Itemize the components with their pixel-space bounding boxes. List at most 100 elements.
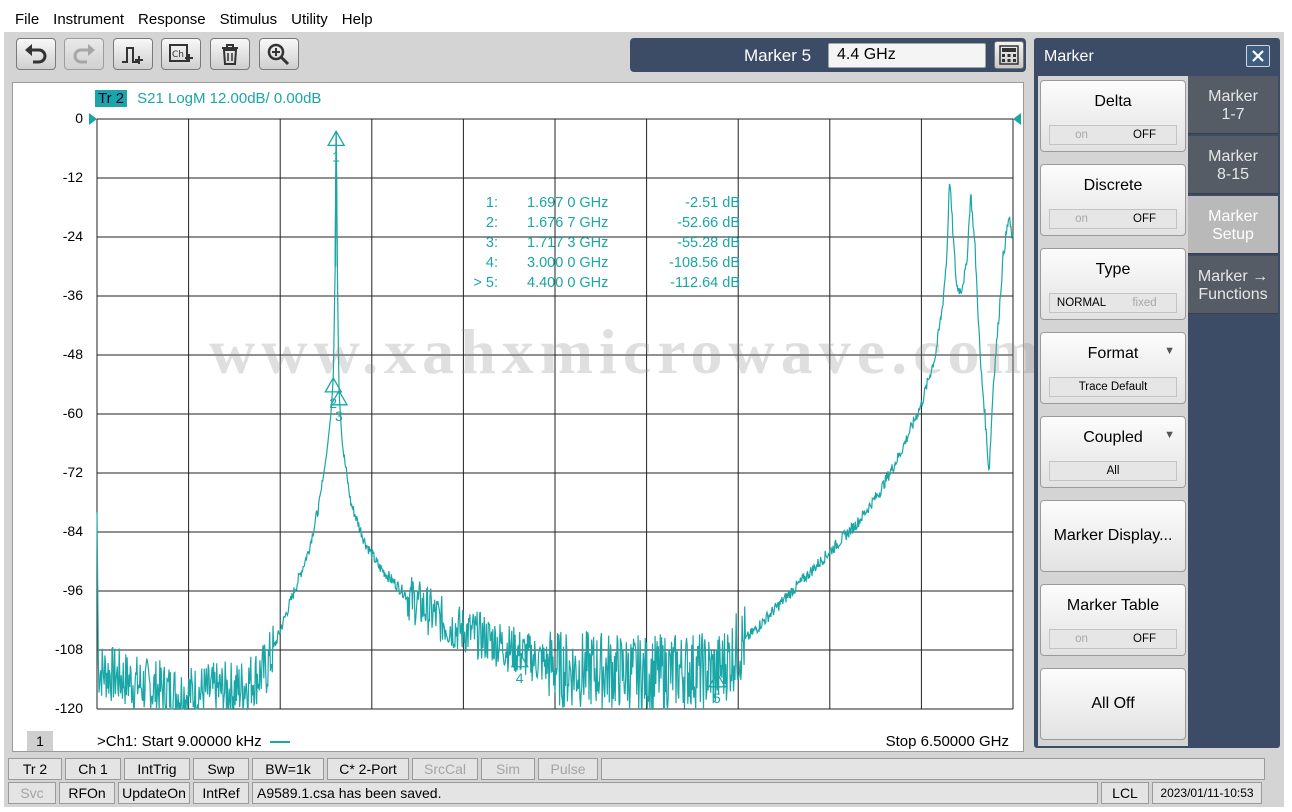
dropdown-arrow-icon: ▼ xyxy=(1164,429,1175,441)
marker-panel-title: Marker xyxy=(1044,48,1094,65)
marker-readout-freq: 1.717 3 GHz xyxy=(527,235,609,251)
menu-file[interactable]: File xyxy=(8,11,46,28)
all-off-button[interactable]: All Off xyxy=(1040,668,1186,740)
marker-readout-val: -112.64 dB xyxy=(670,275,740,291)
delta-label: Delta xyxy=(1094,93,1132,110)
status-trigger[interactable]: IntTrig xyxy=(124,758,190,780)
status-srccal[interactable]: SrcCal xyxy=(412,758,478,780)
menu-response[interactable]: Response xyxy=(131,11,213,28)
redo-icon xyxy=(73,44,95,64)
status-lcl[interactable]: LCL xyxy=(1101,782,1149,804)
discrete-label: Discrete xyxy=(1083,177,1143,194)
status-sweep[interactable]: Swp xyxy=(193,758,249,780)
delta-off-option[interactable]: OFF xyxy=(1113,126,1176,144)
marker-readout-freq: 1.697 0 GHz xyxy=(527,195,609,211)
chart-window: Tr 2 S21 LogM 12.00dB/ 0.00dB 0 -12 -24 -36… xyxy=(12,82,1039,752)
menu-instrument[interactable]: Instrument xyxy=(46,11,131,28)
add-marker-icon xyxy=(122,47,143,64)
marker-label-4: 4 xyxy=(516,670,524,686)
tab-marker-8-15[interactable]: Marker 8-15 xyxy=(1188,136,1278,194)
marker-readout-val: -55.28 dB xyxy=(677,235,740,251)
coupled-button[interactable]: Coupled ▼ All xyxy=(1040,416,1186,488)
trace-chart[interactable]: 12345 xyxy=(13,83,1023,728)
redo-button[interactable] xyxy=(64,38,104,70)
marker-label-5: 5 xyxy=(713,690,721,706)
keypad-button[interactable] xyxy=(994,41,1024,69)
tab-label: Marker xyxy=(1208,208,1258,225)
marker-readout-freq: 3.000 0 GHz xyxy=(527,255,609,271)
zoom-icon xyxy=(267,43,290,66)
delete-button[interactable] xyxy=(210,38,250,70)
menu-help[interactable]: Help xyxy=(335,11,380,28)
marker-value-input[interactable]: 4.4 GHz xyxy=(828,43,986,68)
marker-table-toggle[interactable]: on OFF xyxy=(1049,629,1177,649)
format-button[interactable]: Format ▼ Trace Default xyxy=(1040,332,1186,404)
channel-number[interactable]: 1 xyxy=(27,731,53,751)
tab-marker-1-7[interactable]: Marker 1-7 xyxy=(1188,76,1278,134)
discrete-button[interactable]: Discrete on OFF xyxy=(1040,164,1186,236)
add-channel-button[interactable]: Ch xyxy=(161,38,201,70)
marker-entry-label: Marker 5 xyxy=(744,46,812,65)
marker-display-label: Marker Display... xyxy=(1053,527,1173,544)
menu-stimulus[interactable]: Stimulus xyxy=(213,11,285,28)
tab-marker-setup[interactable]: Marker Setup xyxy=(1188,196,1278,254)
type-normal-option[interactable]: NORMAL xyxy=(1050,294,1113,312)
svg-text:Ch: Ch xyxy=(172,50,184,60)
tab-label: 8-15 xyxy=(1216,166,1250,183)
status-trace[interactable]: Tr 2 xyxy=(8,758,62,780)
delta-on-option[interactable]: on xyxy=(1050,126,1113,144)
marker-readout-num: 1: xyxy=(485,195,498,211)
status-bandwidth[interactable]: BW=1k xyxy=(252,758,324,780)
status-spacer xyxy=(601,758,1265,780)
delta-button[interactable]: Delta on OFF xyxy=(1040,80,1186,152)
delete-icon xyxy=(222,44,238,65)
marker-readout-num: > 5: xyxy=(473,275,498,291)
marker-entry-bar: Marker 5 4.4 GHz xyxy=(630,38,1026,72)
status-svc[interactable]: Svc xyxy=(8,782,56,804)
tab-marker-functions[interactable]: Marker → Functions xyxy=(1188,256,1278,314)
undo-icon xyxy=(25,44,47,64)
marker-table-on-option[interactable]: on xyxy=(1050,630,1113,648)
status-bar-top: Tr 2 Ch 1 IntTrig Swp BW=1k C* 2-Port Sr… xyxy=(8,758,1268,780)
marker-table-off-option[interactable]: OFF xyxy=(1113,630,1176,648)
marker-readout-row: 3: 1.717 3 GHz -55.28 dB xyxy=(453,235,743,255)
add-channel-icon: Ch xyxy=(169,44,193,62)
menu-utility[interactable]: Utility xyxy=(284,11,335,28)
marker-readout-num: 4: xyxy=(485,255,498,271)
delta-toggle[interactable]: on OFF xyxy=(1049,125,1177,145)
discrete-off-option[interactable]: OFF xyxy=(1113,210,1176,228)
close-panel-button[interactable] xyxy=(1246,45,1270,67)
discrete-toggle[interactable]: on OFF xyxy=(1049,209,1177,229)
add-marker-button[interactable] xyxy=(113,38,153,70)
marker-display-button[interactable]: Marker Display... xyxy=(1040,500,1186,572)
tab-label: Setup xyxy=(1212,226,1254,243)
type-fixed-option[interactable]: fixed xyxy=(1113,294,1176,312)
status-channel[interactable]: Ch 1 xyxy=(65,758,121,780)
trace-legend-line xyxy=(269,741,290,744)
marker-label-1: 1 xyxy=(332,148,340,164)
marker-readout-table: 1: 1.697 0 GHz -2.51 dB 2: 1.676 7 GHz -52.66… xyxy=(453,195,743,295)
status-sim[interactable]: Sim xyxy=(481,758,535,780)
status-cal[interactable]: C* 2-Port xyxy=(327,758,409,780)
marker-table-button[interactable]: Marker Table on OFF xyxy=(1040,584,1186,656)
status-rfon[interactable]: RFOn xyxy=(59,782,115,804)
close-icon xyxy=(1252,50,1264,62)
zoom-button[interactable] xyxy=(259,38,299,70)
marker-readout-num: 2: xyxy=(485,215,498,231)
coupled-value: All xyxy=(1049,461,1177,481)
marker-label-3: 3 xyxy=(335,408,343,424)
discrete-on-option[interactable]: on xyxy=(1050,210,1113,228)
start-frequency[interactable]: >Ch1: Start 9.00000 kHz xyxy=(97,733,290,750)
type-toggle[interactable]: NORMAL fixed xyxy=(1049,293,1177,313)
stop-frequency[interactable]: Stop 6.50000 GHz xyxy=(886,733,1009,750)
marker-readout-val: -2.51 dB xyxy=(685,195,740,211)
status-pulse[interactable]: Pulse xyxy=(538,758,598,780)
status-update[interactable]: UpdateOn xyxy=(118,782,190,804)
marker-readout-row: > 5: 4.400 0 GHz -112.64 dB xyxy=(453,275,743,295)
type-button[interactable]: Type NORMAL fixed xyxy=(1040,248,1186,320)
marker-readout-row: 1: 1.697 0 GHz -2.51 dB xyxy=(453,195,743,215)
status-intref[interactable]: IntRef xyxy=(193,782,249,804)
marker-readout-num: 3: xyxy=(485,235,498,251)
marker-table-label: Marker Table xyxy=(1066,597,1160,614)
undo-button[interactable] xyxy=(16,38,56,70)
